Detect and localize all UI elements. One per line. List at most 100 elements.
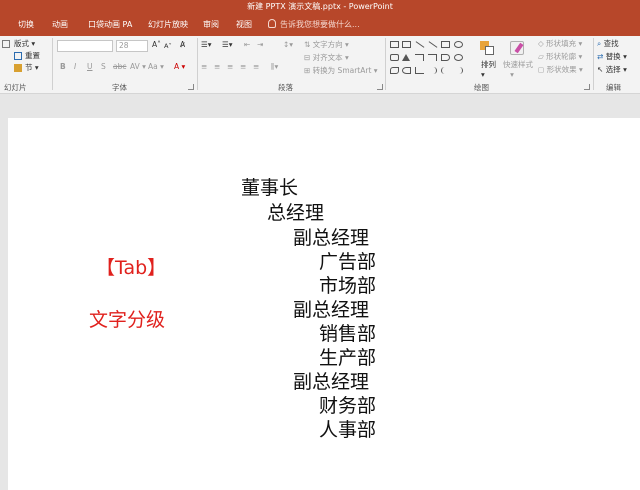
lightbulb-icon — [268, 19, 276, 28]
justify-button[interactable]: ≡ — [240, 62, 246, 72]
shrink-font-button[interactable]: A˅ — [164, 41, 172, 51]
bullets-button[interactable]: ☰▾ — [201, 40, 212, 50]
decrease-indent-button[interactable]: ⇤ — [244, 40, 250, 50]
layout-button[interactable]: 版式 ▾ — [14, 39, 35, 49]
outline-item-sales[interactable]: 销售部 — [319, 323, 376, 345]
quick-styles-icon — [510, 41, 524, 55]
line-spacing-button[interactable]: ↕▾ — [283, 40, 293, 50]
slide-canvas[interactable]: 【Tab】 文字分级 董事长 总经理 副总经理 广告部 市场部 副总经理 销售部… — [8, 118, 640, 490]
reset-icon — [14, 52, 22, 60]
change-case-button[interactable]: Aa ▾ — [148, 62, 164, 72]
arrow-shape[interactable] — [428, 41, 438, 48]
align-text-button[interactable]: ⊟ 对齐文本 ▾ — [304, 53, 349, 63]
slides-group-label: 幻灯片 — [4, 83, 27, 92]
select-button[interactable]: ↖ 选择 ▾ — [597, 65, 627, 75]
rounded-rectangle-shape[interactable] — [390, 54, 399, 61]
font-color-button[interactable]: A ▾ — [174, 62, 185, 72]
replace-button[interactable]: ⇄ 替换 ▾ — [597, 52, 627, 62]
tab-animations[interactable]: 动画 — [52, 14, 68, 36]
grow-font-button[interactable]: A˄ — [152, 40, 161, 50]
freeform-shape[interactable] — [390, 67, 399, 74]
find-button[interactable]: ⌕ 查找 — [597, 39, 619, 49]
elbow-connector-shape[interactable] — [415, 54, 424, 61]
section-button[interactable]: 节 ▾ — [25, 63, 39, 73]
outline-item-production[interactable]: 生产部 — [319, 347, 376, 369]
tab-note: 【Tab】 — [96, 257, 167, 279]
outline-item-general-manager[interactable]: 总经理 — [267, 202, 324, 224]
tab-transitions[interactable]: 切换 — [18, 14, 34, 36]
section-icon — [14, 64, 22, 72]
bold-button[interactable]: B — [60, 62, 66, 72]
arrow-right-shape[interactable] — [441, 54, 450, 61]
vertical-textbox-shape[interactable] — [402, 41, 411, 48]
smiley-shape[interactable] — [454, 54, 463, 61]
tell-me-placeholder: 告诉我您想要做什么... — [280, 20, 360, 29]
separator — [593, 38, 594, 90]
shapes-gallery[interactable] — [388, 39, 470, 79]
powerpoint-window: 新建 PPTX 演示文稿.pptx - PowerPoint 切换 动画 口袋动… — [0, 0, 640, 490]
clear-format-button[interactable]: A̷ — [180, 40, 185, 50]
brace-left-shape[interactable] — [441, 67, 450, 74]
paragraph-group-label: 段落 — [278, 83, 293, 92]
smartart-button[interactable]: ⊞ 转换为 SmartArt ▾ — [304, 66, 378, 76]
outline-item-deputy-manager[interactable]: 副总经理 — [293, 227, 369, 249]
editing-group-label: 编辑 — [606, 83, 621, 92]
layout-icon — [2, 40, 10, 48]
outline-item-advertising[interactable]: 广告部 — [319, 251, 376, 273]
levels-note: 文字分级 — [89, 309, 166, 331]
bracket-shape[interactable] — [415, 67, 424, 74]
drawing-group-label: 绘图 — [474, 83, 489, 92]
align-center-button[interactable]: ≡ — [214, 62, 220, 72]
shape-effects-button[interactable]: ◻ 形状效果 ▾ — [538, 65, 583, 75]
outline-item-hr[interactable]: 人事部 — [319, 419, 376, 441]
text-direction-button[interactable]: ⇅ 文字方向 ▾ — [304, 40, 349, 50]
underline-button[interactable]: U — [87, 62, 93, 72]
italic-button[interactable]: I — [74, 62, 76, 72]
curve-shape[interactable] — [402, 67, 411, 74]
arc-shape[interactable] — [428, 67, 437, 74]
outline-item-deputy-manager[interactable]: 副总经理 — [293, 371, 369, 393]
tab-review[interactable]: 审阅 — [203, 14, 219, 36]
line-shape[interactable] — [415, 41, 425, 48]
align-left-button[interactable]: ≡ — [201, 62, 207, 72]
elbow-arrow-shape[interactable] — [428, 54, 437, 61]
font-group-label: 字体 — [112, 83, 127, 92]
brace-right-shape[interactable] — [454, 67, 463, 74]
textbox-shape[interactable] — [390, 41, 399, 48]
outline-item-deputy-manager[interactable]: 副总经理 — [293, 299, 369, 321]
outline-item-chairman[interactable]: 董事长 — [241, 177, 298, 199]
numbering-button[interactable]: ☰▾ — [222, 40, 233, 50]
separator — [385, 38, 386, 90]
arrange-button[interactable]: 排列 ▾ — [481, 60, 496, 80]
tell-me-box[interactable]: 告诉我您想要做什么... — [268, 14, 360, 36]
tab-pocket-animation[interactable]: 口袋动画 PA — [88, 14, 132, 36]
char-spacing-button[interactable]: AV ▾ — [130, 62, 146, 72]
shape-fill-button[interactable]: ◇ 形状填充 ▾ — [538, 39, 582, 49]
font-name-input[interactable] — [57, 40, 113, 52]
quick-styles-button[interactable]: 快速样式 ▾ — [503, 60, 533, 80]
distribute-button[interactable]: ≡ — [253, 62, 259, 72]
tab-view[interactable]: 视图 — [236, 14, 252, 36]
drawing-dialog-launcher[interactable] — [584, 84, 590, 90]
reset-button[interactable]: 重置 — [25, 51, 40, 61]
shadow-button[interactable]: S — [101, 62, 106, 72]
title-bar: 新建 PPTX 演示文稿.pptx - PowerPoint — [0, 0, 640, 14]
separator — [197, 38, 198, 90]
shape-outline-button[interactable]: ▱ 形状轮廓 ▾ — [538, 52, 582, 62]
font-dialog-launcher[interactable] — [188, 84, 194, 90]
ribbon-tabs: 切换 动画 口袋动画 PA 幻灯片放映 审阅 视图 告诉我您想要做什么... — [0, 14, 640, 36]
font-size-input[interactable]: 28 — [116, 40, 148, 52]
paragraph-dialog-launcher[interactable] — [377, 84, 383, 90]
search-icon: ⌕ — [597, 39, 602, 48]
columns-button[interactable]: ⫼▾ — [271, 62, 278, 72]
rectangle-shape[interactable] — [441, 41, 450, 48]
arrange-icon — [480, 41, 494, 55]
increase-indent-button[interactable]: ⇥ — [257, 40, 263, 50]
tab-slide-show[interactable]: 幻灯片放映 — [148, 14, 188, 36]
oval-shape[interactable] — [454, 41, 463, 48]
outline-item-marketing[interactable]: 市场部 — [319, 275, 376, 297]
align-right-button[interactable]: ≡ — [227, 62, 233, 72]
outline-item-finance[interactable]: 财务部 — [319, 395, 376, 417]
strikethrough-button[interactable]: abc — [113, 62, 126, 72]
triangle-shape[interactable] — [402, 54, 410, 61]
